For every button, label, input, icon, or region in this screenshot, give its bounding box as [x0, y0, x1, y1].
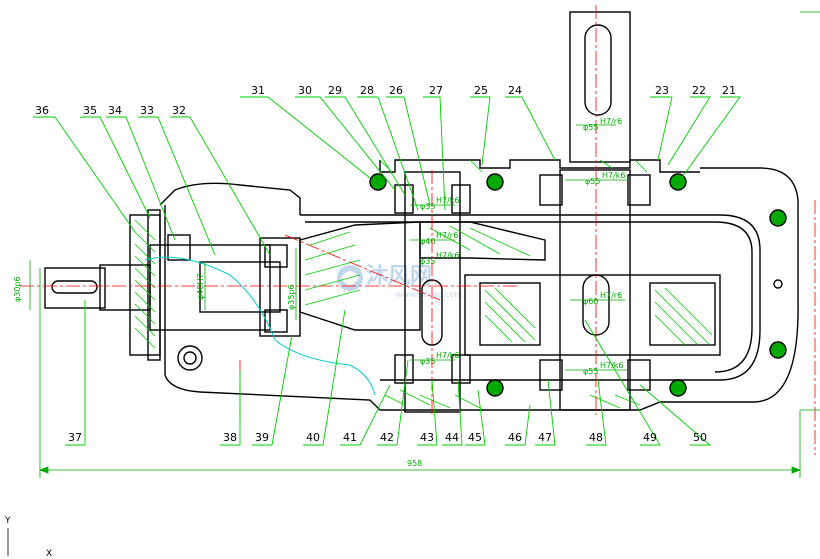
dim-top-seat: φ55: [583, 123, 598, 132]
dim-low-seat: φ60: [583, 297, 598, 306]
callout-33: 33: [140, 104, 154, 117]
callout-40: 40: [306, 431, 320, 444]
callouts-bottom: 37 38 39 40 41 42 43 44 45 46 47 48 49 5…: [68, 431, 707, 444]
dim-top-fit: H7/r6: [600, 117, 622, 126]
dim-low-fit2: H7/k6: [600, 361, 624, 370]
dim-right-seat: φ35: [420, 257, 435, 266]
callout-23: 23: [655, 84, 669, 97]
dim-mid-seat2: φ40: [420, 237, 435, 246]
housing: [44, 11, 799, 413]
dim-bearing-seat: φ35p6: [287, 284, 296, 310]
callout-41: 41: [343, 431, 357, 444]
dim-mid-seat3: φ35: [420, 357, 435, 366]
callout-32: 32: [172, 104, 186, 117]
callout-46: 46: [508, 431, 522, 444]
callout-43: 43: [420, 431, 434, 444]
callout-22: 22: [692, 84, 706, 97]
overall-dimension: 958: [407, 459, 422, 468]
callout-31: 31: [251, 84, 265, 97]
watermark-sub: www.mfcad.com: [396, 290, 462, 299]
callout-27: 27: [429, 84, 443, 97]
dim-mid-seat1: φ35: [420, 202, 435, 211]
dim-mid-seat1-fit: H7/k6: [436, 196, 460, 205]
callout-36: 36: [35, 104, 49, 117]
dim-mid-seat3-fit: H7/k6: [436, 351, 460, 360]
callout-29: 29: [328, 84, 342, 97]
dim-input: φ30p6: [13, 276, 22, 302]
centerlines: [20, 5, 816, 455]
dim-input-bore: φ40H7: [196, 273, 205, 300]
axis-x-label: X: [46, 549, 52, 559]
assembly-drawing: 沐风网 www.mfcad.com 958 φ30p6 φ40H7 φ35p6 …: [4, 5, 820, 559]
callout-47: 47: [538, 431, 552, 444]
dim-right-fit: H7/k6: [436, 251, 460, 260]
ucs-axis-icon: Y X: [4, 516, 52, 559]
callout-24: 24: [508, 84, 522, 97]
watermark: 沐风网 www.mfcad.com: [337, 264, 462, 299]
callout-38: 38: [223, 431, 237, 444]
dim-output-seat: φ55: [585, 177, 600, 186]
callout-39: 39: [255, 431, 269, 444]
axis-y-label: Y: [4, 516, 11, 526]
callout-30: 30: [298, 84, 312, 97]
callout-50: 50: [693, 431, 707, 444]
callout-48: 48: [589, 431, 603, 444]
dim-output-fit: H7/k6: [602, 171, 626, 180]
callout-42: 42: [380, 431, 394, 444]
callout-45: 45: [468, 431, 482, 444]
callout-21: 21: [722, 84, 736, 97]
callout-34: 34: [108, 104, 122, 117]
callout-49: 49: [643, 431, 657, 444]
callout-35: 35: [83, 104, 97, 117]
callouts-left: 36 35 34 33 32: [35, 104, 186, 117]
callout-37: 37: [68, 431, 82, 444]
dim-low-seat2: φ55: [583, 367, 598, 376]
callout-28: 28: [360, 84, 374, 97]
callout-44: 44: [445, 431, 459, 444]
watermark-main: 沐风网: [366, 264, 432, 289]
dim-mid-seat2-fit: H7/r6: [436, 231, 458, 240]
callouts-top: 31 30 29 28 26 27 25 24 23 22 21: [251, 84, 736, 97]
dim-low-fit: H7/r6: [600, 291, 622, 300]
callout-26: 26: [389, 84, 403, 97]
callout-25: 25: [474, 84, 488, 97]
